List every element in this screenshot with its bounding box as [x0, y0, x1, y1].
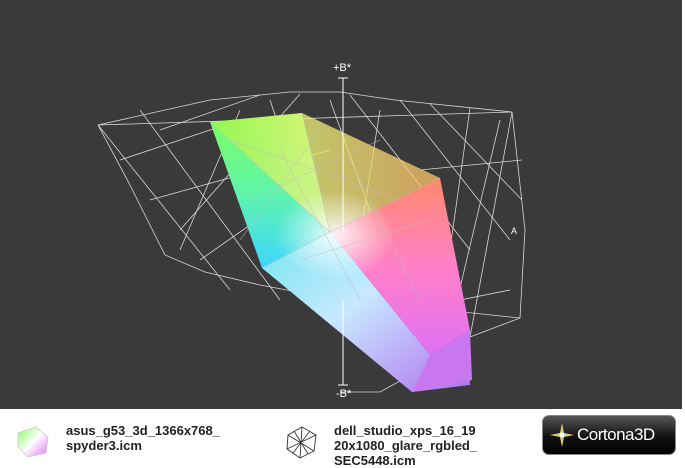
- logo-text: Cortona3D: [577, 425, 655, 444]
- axis-label-plus-b: +B*: [333, 62, 352, 74]
- axis-label-minus-b: -B*: [336, 388, 352, 400]
- legend-item-asus[interactable]: asus_g53_3d_1366x768_ spyder3.icm: [14, 415, 264, 465]
- axis-label-a: A: [511, 226, 518, 236]
- colored-gamut-icon: [17, 426, 49, 458]
- solid-gamut: [210, 113, 472, 392]
- 3d-gamut-viewport[interactable]: +B* -B* A: [0, 0, 685, 409]
- cortona3d-logo[interactable]: Cortona3D: [542, 415, 676, 455]
- wireframe-gamut-icon: [286, 426, 317, 459]
- logo-area: Cortona3D: [520, 409, 685, 466]
- legend-item-dell[interactable]: dell_studio_xps_16_19 20x1080_glare_rgbl…: [282, 415, 518, 468]
- legend-label-asus: asus_g53_3d_1366x768_ spyder3.icm: [66, 423, 220, 453]
- cortona-star-icon: [550, 423, 574, 447]
- legend-panel: asus_g53_3d_1366x768_ spyder3.icm dell_s…: [0, 409, 520, 468]
- legend-label-dell: dell_studio_xps_16_19 20x1080_glare_rgbl…: [334, 423, 478, 468]
